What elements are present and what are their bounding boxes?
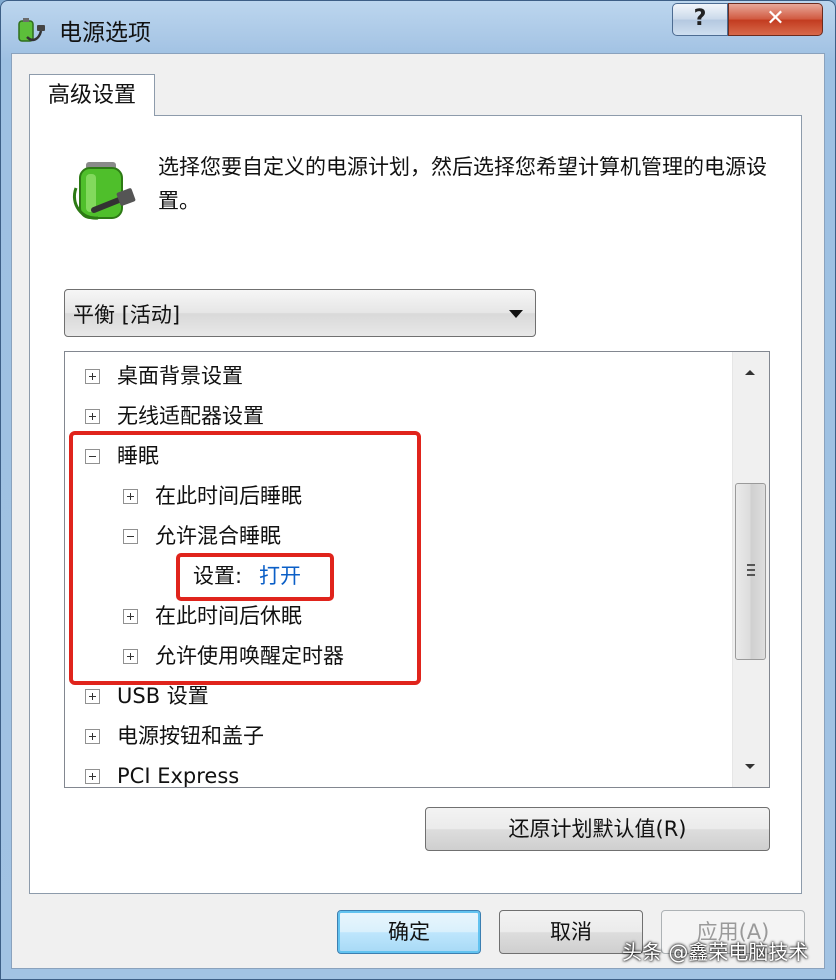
- expand-plus-icon[interactable]: [123, 609, 138, 624]
- watermark-text: 头条 @鑫荣电脑技术: [622, 940, 809, 964]
- tab-advanced-settings[interactable]: 高级设置: [29, 74, 155, 116]
- expand-plus-icon[interactable]: [85, 729, 100, 744]
- scrollbar-thumb[interactable]: [735, 483, 766, 660]
- expand-plus-icon[interactable]: [123, 489, 138, 504]
- ok-button[interactable]: 确定: [337, 910, 481, 954]
- grip-line: [747, 569, 755, 571]
- chevron-down-icon: [509, 310, 523, 318]
- collapse-minus-icon[interactable]: [85, 449, 100, 464]
- settings-tree[interactable]: 桌面背景设置 无线适配器设置 睡眠 在此时间后睡眠 允许混合睡眠 设置: 打开 …: [64, 351, 770, 788]
- battery-plug-icon: [73, 162, 136, 220]
- title-bar[interactable]: 电源选项 ? ✕: [1, 1, 836, 53]
- close-button[interactable]: ✕: [728, 3, 823, 36]
- description-text: 选择您要自定义的电源计划，然后选择您希望计算机管理的电源设置。: [158, 155, 767, 213]
- expand-plus-icon[interactable]: [85, 409, 100, 424]
- window-title: 电源选项: [59, 20, 151, 46]
- restore-defaults-button[interactable]: 还原计划默认值(R): [425, 807, 770, 851]
- power-plan-select[interactable]: 平衡 [活动]: [64, 289, 536, 337]
- expand-plus-icon[interactable]: [123, 649, 138, 664]
- scroll-up-arrow-icon[interactable]: [745, 370, 755, 375]
- help-button[interactable]: ?: [672, 3, 728, 36]
- tree-scrollbar[interactable]: [732, 352, 769, 787]
- expand-plus-icon[interactable]: [85, 689, 100, 704]
- grip-line: [747, 564, 755, 566]
- scroll-down-arrow-icon[interactable]: [745, 764, 755, 769]
- power-plug-icon: [18, 18, 45, 42]
- collapse-minus-icon[interactable]: [123, 529, 138, 544]
- expand-plus-icon[interactable]: [85, 769, 100, 784]
- power-plan-selected-value: 平衡 [活动]: [73, 303, 181, 327]
- hybrid-sleep-value-link[interactable]: 打开: [259, 561, 301, 591]
- expand-plus-icon[interactable]: [85, 369, 100, 384]
- grip-line: [747, 574, 755, 576]
